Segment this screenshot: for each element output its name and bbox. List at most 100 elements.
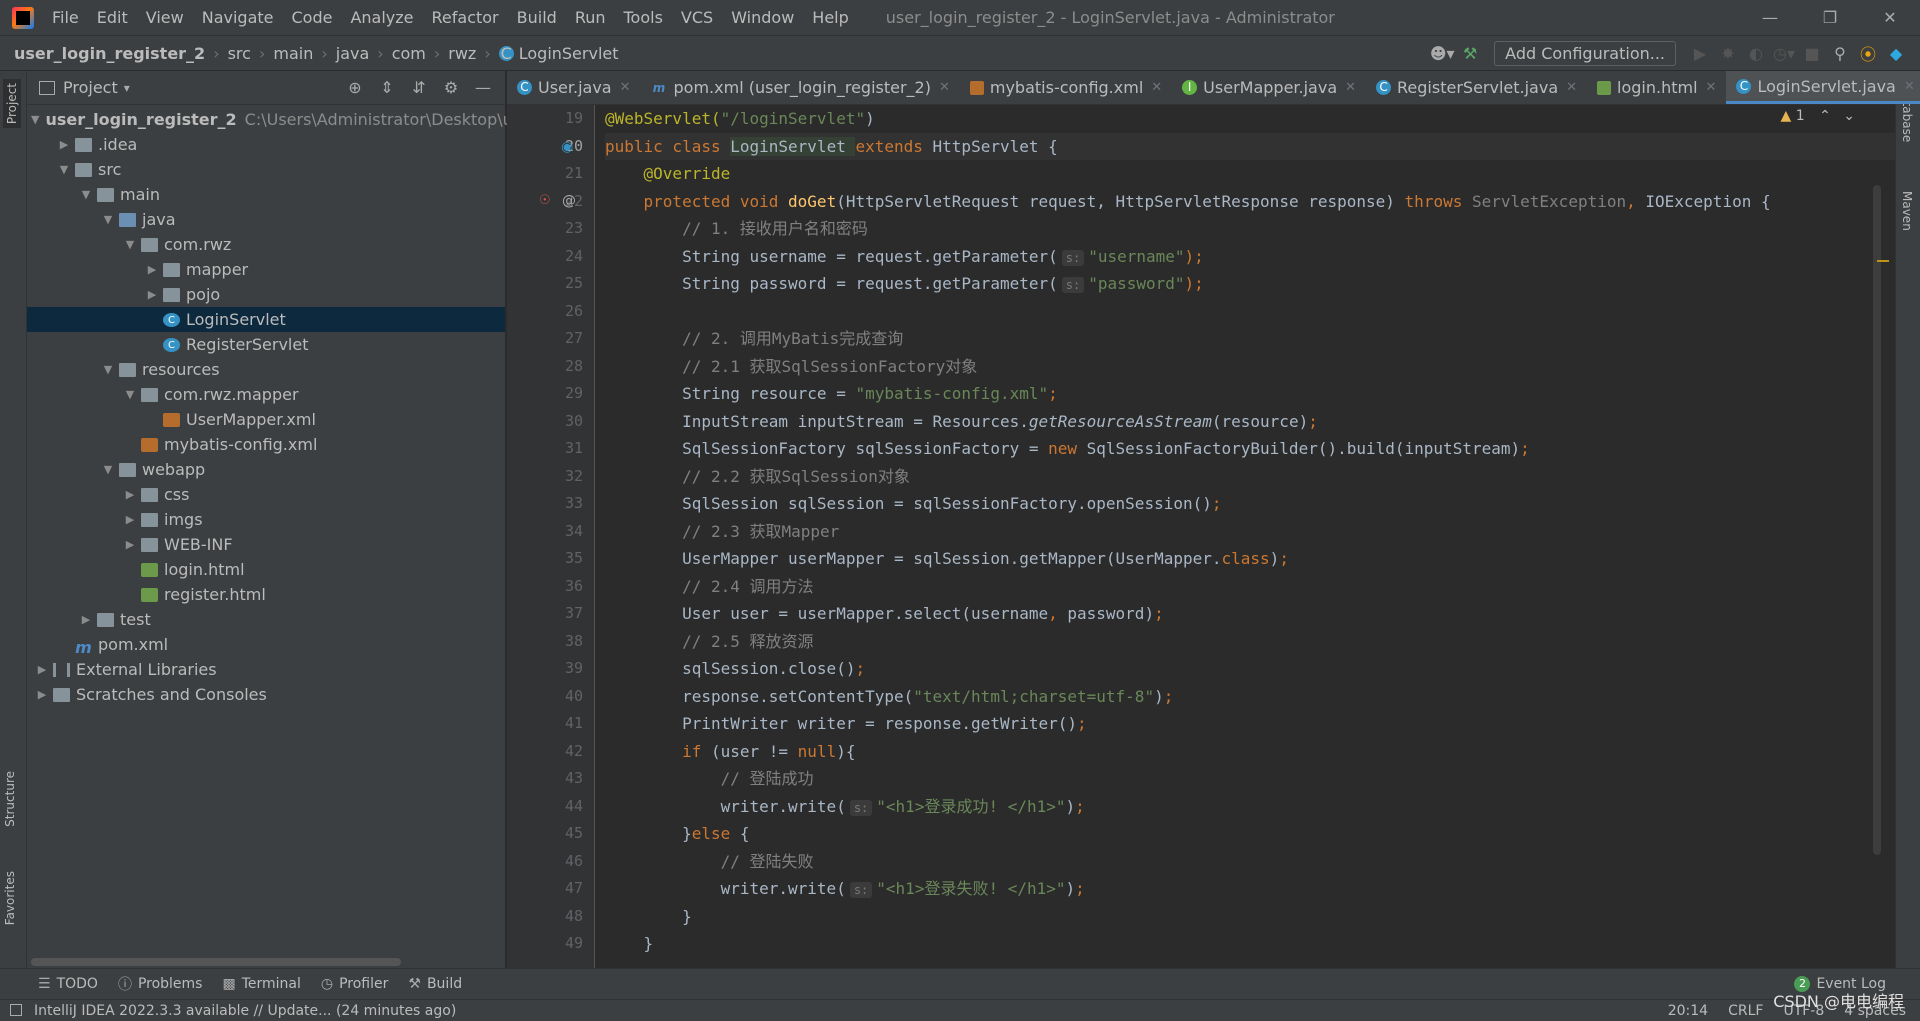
tree-item-webapp[interactable]: ▼ webapp [27, 457, 505, 482]
tab-pom-xml[interactable]: m pom.xml (user_login_register_2) ✕ [641, 71, 960, 104]
crumb-java[interactable]: java [336, 44, 370, 63]
project-panel-title[interactable]: Project [63, 78, 118, 97]
crumb-main[interactable]: main [273, 44, 313, 63]
crumb-com[interactable]: com [392, 44, 426, 63]
tree-item-idea[interactable]: ▶ .idea [27, 132, 505, 157]
crumb-project[interactable]: user_login_register_2 [14, 44, 205, 63]
chevron-down-icon[interactable]: ▼ [31, 113, 39, 126]
chevron-right-icon[interactable]: ▶ [31, 688, 53, 701]
build-hammer-icon[interactable]: ⚒ [1456, 40, 1484, 66]
horizontal-scrollbar[interactable] [31, 958, 401, 966]
toolbox-icon[interactable]: ◆ [1882, 40, 1910, 66]
tab-loginservlet-java[interactable]: C LoginServlet.java ✕ [1726, 71, 1920, 104]
menu-navigate[interactable]: Navigate [193, 8, 283, 27]
locate-icon[interactable]: ⊕ [339, 78, 371, 97]
tab-usermapper-java[interactable]: I UserMapper.java ✕ [1172, 71, 1366, 104]
chevron-right-icon[interactable]: ▶ [119, 488, 141, 501]
tab-mybatis-config-xml[interactable]: mybatis-config.xml ✕ [960, 71, 1172, 104]
chevron-right-icon[interactable]: ▶ [119, 538, 141, 551]
project-tool-tab[interactable]: Project [3, 79, 21, 129]
menu-file[interactable]: File [43, 8, 88, 27]
tree-item-test[interactable]: ▶ test [27, 607, 505, 632]
terminal-tool-button[interactable]: ▩ Terminal [222, 976, 300, 992]
code-editor[interactable]: 19 20 21 22 23 24 25 26 27 28 29 30 31 3… [507, 105, 1895, 968]
crumb-loginservlet[interactable]: LoginServlet [519, 44, 619, 63]
vertical-scrollbar[interactable] [1873, 185, 1881, 855]
minimize-icon[interactable]: — [1740, 8, 1800, 27]
chevron-down-icon[interactable]: ▼ [75, 188, 97, 201]
tree-item-login-html[interactable]: login.html [27, 557, 505, 582]
tree-item-loginservlet[interactable]: C LoginServlet [27, 307, 505, 332]
gear-icon[interactable]: ⚙ [435, 78, 467, 97]
menu-build[interactable]: Build [508, 8, 566, 27]
menu-vcs[interactable]: VCS [672, 8, 722, 27]
stop-icon[interactable]: ■ [1798, 40, 1826, 66]
status-message[interactable]: IntelliJ IDEA 2022.3.3 available // Upda… [34, 1003, 456, 1019]
debug-icon[interactable]: ✸ [1714, 40, 1742, 66]
code-area[interactable]: @WebServlet("/loginServlet") public clas… [605, 105, 1895, 968]
hide-icon[interactable]: — [467, 78, 499, 97]
panel-toggle-icon[interactable] [10, 1004, 22, 1016]
tree-item-register-html[interactable]: register.html [27, 582, 505, 607]
close-icon[interactable]: ✕ [1566, 80, 1577, 95]
tree-item-resources[interactable]: ▼ resources [27, 357, 505, 382]
profiler-tool-button[interactable]: ◷ Profiler [321, 976, 389, 992]
line-separator[interactable]: CRLF [1728, 1003, 1763, 1019]
chevron-down-icon[interactable]: ▼ [97, 363, 119, 376]
close-icon[interactable]: ✕ [939, 80, 950, 95]
chevron-down-icon[interactable]: ▼ [97, 213, 119, 226]
menu-refactor[interactable]: Refactor [423, 8, 508, 27]
menu-view[interactable]: View [137, 8, 193, 27]
tree-item-registerservlet[interactable]: C RegisterServlet [27, 332, 505, 357]
tree-item-css[interactable]: ▶ css [27, 482, 505, 507]
tree-item-imgs[interactable]: ▶ imgs [27, 507, 505, 532]
chevron-down-icon[interactable]: ▼ [119, 388, 141, 401]
build-tool-button[interactable]: ⚒ Build [408, 976, 462, 992]
crumb-rwz[interactable]: rwz [448, 44, 476, 63]
menu-run[interactable]: Run [566, 8, 615, 27]
error-stripe-marker[interactable] [1877, 260, 1889, 262]
chevron-right-icon[interactable]: ▶ [141, 263, 163, 276]
chevron-down-icon[interactable]: ▼ [53, 163, 75, 176]
crumb-src[interactable]: src [228, 44, 251, 63]
coverage-icon[interactable]: ◐ [1742, 40, 1770, 66]
tree-item-pojo[interactable]: ▶ pojo [27, 282, 505, 307]
chevron-right-icon[interactable]: ▶ [119, 513, 141, 526]
tree-item-com-rwz-mapper[interactable]: ▼ com.rwz.mapper [27, 382, 505, 407]
tree-item-scratches[interactable]: ▶ Scratches and Consoles [27, 682, 505, 707]
run-icon[interactable]: ▶ [1686, 40, 1714, 66]
search-icon[interactable]: ⚲ [1826, 40, 1854, 66]
tab-user-java[interactable]: C User.java ✕ [507, 71, 641, 104]
tree-item-com-rwz[interactable]: ▼ com.rwz [27, 232, 505, 257]
chevron-down-icon[interactable]: ▼ [119, 238, 141, 251]
chevron-down-icon[interactable]: ▼ [97, 463, 119, 476]
close-icon[interactable]: ✕ [1345, 80, 1356, 95]
tree-item-external-libraries[interactable]: ▶ External Libraries [27, 657, 505, 682]
menu-help[interactable]: Help [803, 8, 857, 27]
close-icon[interactable]: ✕ [1706, 80, 1717, 95]
menu-code[interactable]: Code [283, 8, 342, 27]
problems-tool-button[interactable]: ⓘ Problems [118, 974, 203, 994]
expand-all-icon[interactable]: ⇕ [371, 78, 403, 97]
caret-position[interactable]: 20:14 [1668, 1003, 1708, 1019]
menu-analyze[interactable]: Analyze [341, 8, 422, 27]
user-icon[interactable]: ☻▾ [1428, 40, 1456, 66]
close-icon[interactable]: ✕ [1904, 79, 1915, 94]
override-gutter-icon[interactable]: ☉ [539, 193, 551, 208]
chevron-down-icon[interactable]: ⌄ [1843, 108, 1855, 124]
menu-window[interactable]: Window [722, 8, 803, 27]
tree-item-web-inf[interactable]: ▶ WEB-INF [27, 532, 505, 557]
inspection-widget[interactable]: ▲ 1 ⌃ ⌄ [1780, 108, 1855, 124]
maven-tool-tab[interactable]: Maven [1900, 191, 1914, 231]
chevron-up-icon[interactable]: ⌃ [1819, 108, 1831, 124]
annotation-gutter-icon[interactable]: @ [562, 193, 576, 209]
chevron-right-icon[interactable]: ▶ [141, 288, 163, 301]
menu-edit[interactable]: Edit [88, 8, 137, 27]
chevron-down-icon[interactable]: ▾ [124, 81, 130, 95]
tree-item-project-root[interactable]: ▼ user_login_register_2 C:\Users\Administr… [27, 107, 531, 132]
favorites-tool-tab[interactable]: Favorites [3, 871, 17, 925]
tree-item-java[interactable]: ▼ java [27, 207, 505, 232]
restore-icon[interactable]: ❐ [1800, 8, 1860, 27]
chevron-right-icon[interactable]: ▶ [31, 663, 53, 676]
structure-tool-tab[interactable]: Structure [3, 771, 17, 827]
